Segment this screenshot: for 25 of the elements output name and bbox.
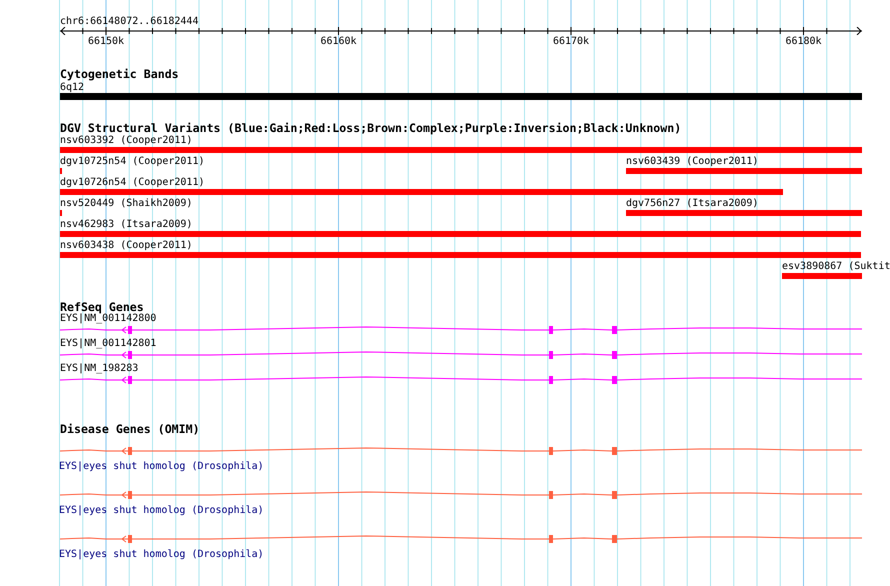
track-title: RefSeq Genes: [60, 301, 144, 313]
ruler-title: chr6:66148072..66182444: [60, 16, 198, 27]
variant-label: esv3890867 (Suktit: [782, 261, 890, 272]
ruler-tick-label: 66160k: [320, 36, 357, 47]
band-label: 6q12: [60, 82, 84, 93]
disease-gene-label: EYS|eyes shut homolog (Drosophila): [59, 461, 264, 472]
gene-label: EYS|NM_001142801: [60, 338, 156, 349]
variant-label: nsv603438 (Cooper2011): [60, 240, 192, 251]
gene-label: EYS|NM_001142800: [60, 313, 156, 324]
disease-gene-label: EYS|eyes shut homolog (Drosophila): [59, 505, 264, 516]
variant-label: nsv603439 (Cooper2011): [626, 156, 758, 167]
ruler-tick-label: 66170k: [552, 36, 590, 47]
variant-label: nsv462983 (Itsara2009): [60, 219, 192, 230]
ruler-tick-label: 66180k: [785, 36, 822, 47]
variant-label: dgv756n27 (Itsara2009): [626, 198, 758, 209]
disease-gene-label: EYS|eyes shut homolog (Drosophila): [59, 549, 264, 560]
variant-label: dgv10725n54 (Cooper2011): [60, 156, 204, 167]
gene-label: EYS|NM_198283: [60, 363, 138, 374]
variant-label: dgv10726n54 (Cooper2011): [60, 177, 204, 188]
track-title: Disease Genes (OMIM): [60, 423, 200, 435]
variant-label: nsv603392 (Cooper2011): [60, 135, 192, 146]
track-title: DGV Structural Variants (Blue:Gain;Red:Loss;Brown:Complex;Purple:Inversion;Black:Unknown): [60, 122, 682, 134]
ruler-tick-label: 66150k: [88, 36, 124, 47]
variant-label: nsv520449 (Shaikh2009): [60, 198, 192, 209]
track-title: Cytogenetic Bands: [60, 68, 179, 80]
